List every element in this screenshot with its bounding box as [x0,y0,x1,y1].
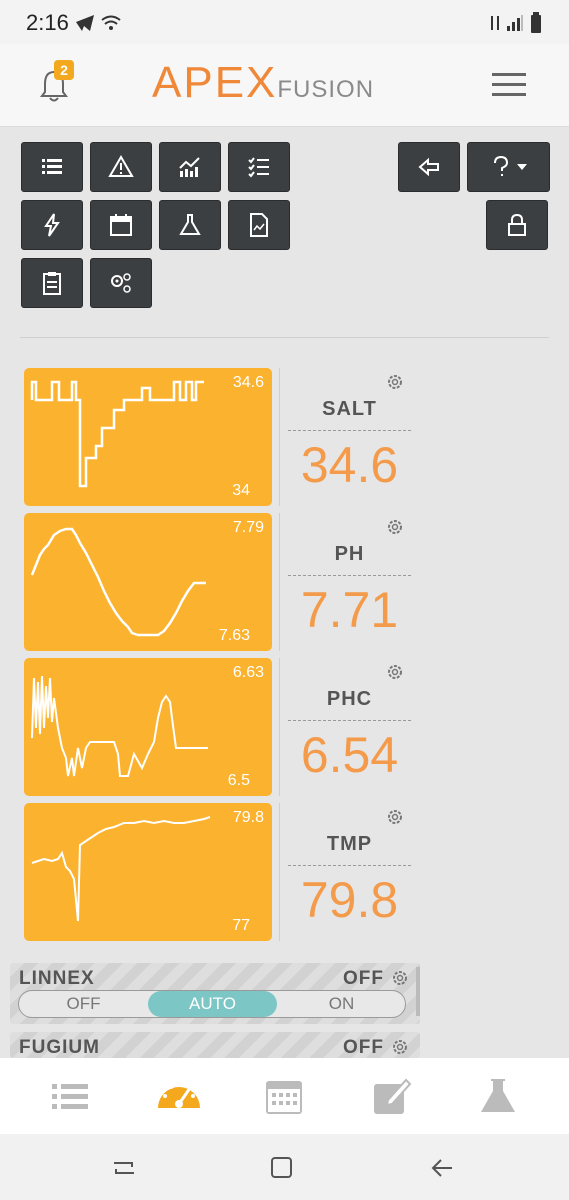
logs-button[interactable] [21,258,83,308]
apex-logo: APEXFUSION [152,58,374,108]
salt-gear-icon[interactable] [385,372,405,392]
outlet-scrollbar[interactable] [416,967,420,1016]
outlet-name: LINNEX [19,968,95,989]
ph-gear-icon[interactable] [385,517,405,537]
status-bar: 2:16 [0,0,569,44]
logout-button[interactable] [398,142,460,192]
ph-max: 7.79 [232,519,264,536]
section-divider [20,337,549,338]
calendar-icon [110,214,132,236]
list-icon [42,159,62,174]
ph-value: 7.71 [300,582,399,638]
toggle-auto[interactable]: AUTO [148,991,277,1017]
list-button[interactable] [21,142,83,192]
bottom-nav [0,1058,569,1134]
ph-chart[interactable]: 7.79 7.63 [24,513,272,651]
notification-badge: 2 [54,60,74,80]
outlet-gear-icon[interactable] [390,968,410,988]
outlet-gear-icon[interactable] [390,1037,410,1057]
tests-button[interactable] [159,200,221,250]
power-icon [44,213,60,237]
outlet-name: FUGIUM [19,1037,100,1058]
toggle-off[interactable]: OFF [19,991,148,1017]
salt-max: 34.6 [232,374,264,391]
nav-edit-icon[interactable] [372,1076,412,1116]
power-button[interactable] [21,200,83,250]
settings-button[interactable] [90,258,152,308]
back-icon[interactable] [430,1156,454,1180]
nav-dashboard-icon[interactable] [156,1074,202,1118]
battery-icon [531,12,541,33]
tmp-value: 79.8 [300,872,399,928]
ph-label: PH [334,543,365,565]
salt-value: 34.6 [300,437,399,493]
tmp-divider [288,865,411,866]
telegram-icon [76,15,94,31]
outlet-mode-toggle[interactable]: OFF AUTO ON [18,990,406,1018]
flask-icon [179,214,201,235]
lock-button[interactable] [486,200,548,250]
nav-list-icon[interactable] [50,1076,90,1116]
wifi-icon [101,15,121,30]
alert-icon [108,155,134,177]
tmp-min: 77 [232,917,250,934]
phc-value: 6.54 [300,727,399,783]
reports-button[interactable] [228,200,290,250]
notifications-button[interactable]: 2 [38,60,74,104]
toggle-on[interactable]: ON [277,991,406,1017]
phc-separator [279,658,280,796]
status-time: 2:16 [26,10,69,35]
home-icon[interactable] [270,1156,294,1180]
calendar-button[interactable] [90,200,152,250]
help-button[interactable] [467,142,550,192]
checklist-icon [248,157,269,178]
salt-divider [288,430,411,431]
ph-min: 7.63 [218,627,250,644]
system-nav-bar [0,1134,569,1200]
nav-flask-icon[interactable] [478,1076,518,1116]
document-icon [250,213,268,237]
phc-chart[interactable]: 6.63 6.5 [24,658,272,796]
salt-separator [279,368,280,506]
settings-icon [111,273,131,293]
outlet-state: OFF [343,968,384,989]
salt-min: 34 [232,482,250,499]
salt-chart[interactable]: 34.6 34 [24,368,272,506]
tmp-gear-icon[interactable] [385,807,405,827]
phc-divider [288,720,411,721]
logo-main: APEX [152,58,278,107]
hamburger-icon [492,73,526,96]
tmp-max: 79.8 [232,809,264,826]
recents-icon[interactable] [112,1157,136,1179]
salt-label: SALT [322,398,377,420]
tmp-label: TMP [326,833,373,855]
logo-sub: FUSION [277,76,375,103]
tmp-chart[interactable]: 79.8 77 [24,803,272,941]
tmp-separator [279,803,280,941]
nav-calendar-icon[interactable] [264,1076,304,1116]
ph-separator [279,513,280,651]
clipboard-icon [43,272,61,295]
phc-label: PHC [326,688,373,710]
exit-icon [418,157,439,177]
menu-button[interactable] [492,69,528,101]
chart-icon [179,157,200,177]
graphs-button[interactable] [159,142,221,192]
app-header: 2 APEXFUSION [0,44,569,127]
lock-icon [508,213,526,236]
data-icon [491,16,499,30]
signal-icon [507,15,523,31]
help-icon [493,155,527,176]
outlet-linnex: LINNEX OFF OFF AUTO ON [10,963,420,1024]
phc-max: 6.63 [232,664,264,681]
outlet-state: OFF [343,1037,384,1058]
outlet-fugium: FUGIUM OFF [10,1032,420,1058]
alerts-button[interactable] [90,142,152,192]
phc-min: 6.5 [227,772,250,789]
tasks-button[interactable] [228,142,290,192]
ph-divider [288,575,411,576]
phc-gear-icon[interactable] [385,662,405,682]
